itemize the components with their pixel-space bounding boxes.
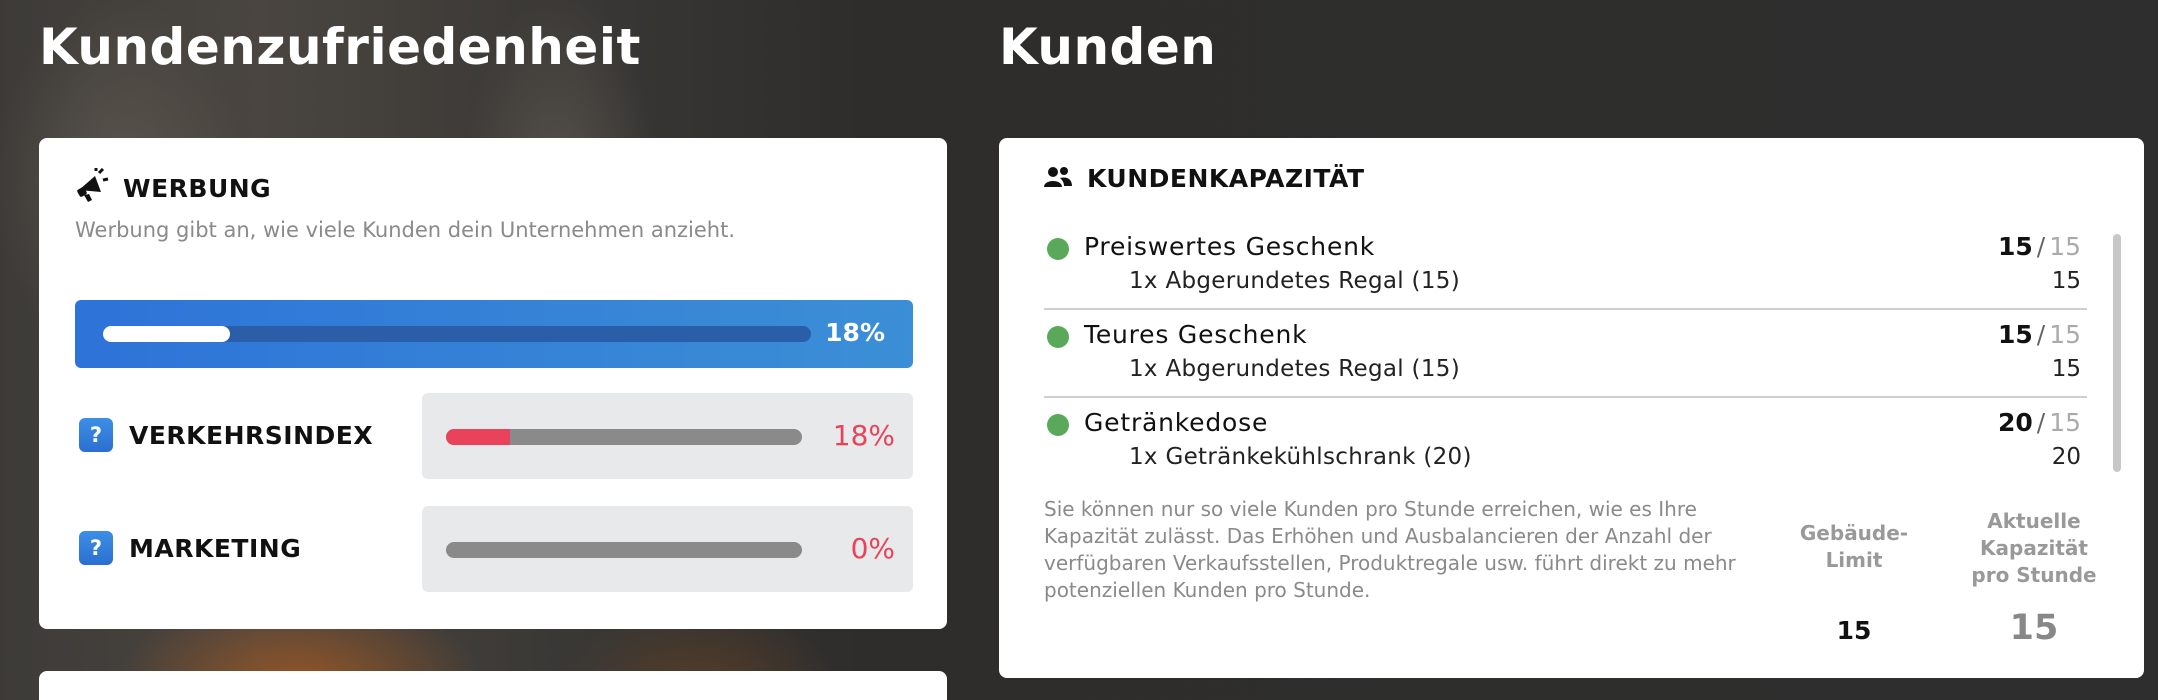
status-dot	[1047, 326, 1069, 348]
advertising-progress-fill	[103, 326, 231, 342]
row-divider	[1044, 396, 2087, 398]
capacity-row-name: Teures Geschenk	[1084, 320, 1308, 349]
metric-progress-box: 0%	[422, 506, 913, 592]
metric-progress-track	[446, 542, 802, 558]
capacity-row-name: Preiswertes Geschenk	[1084, 232, 1376, 261]
metric-row-traffic-index: ? VERKEHRSINDEX 18%	[75, 393, 913, 479]
capacity-card-header: KUNDENKAPAZITÄT	[1043, 164, 1365, 193]
capacity-row-source: 1x Getränkekühlschrank (20)	[1129, 444, 1472, 470]
building-limit-header: Gebäude- Limit	[1799, 521, 1909, 572]
megaphone-icon	[75, 167, 109, 208]
advertising-progress-track	[103, 326, 811, 342]
capacity-row: Teures Geschenk 15/15 1x Abgerundetes Re…	[1044, 316, 2087, 398]
advertising-description: Werbung gibt an, wie viele Kunden dein U…	[75, 218, 736, 242]
section-title-satisfaction: Kundenzufriedenheit	[39, 18, 641, 76]
capacity-row-name: Getränkedose	[1084, 408, 1269, 437]
advertising-card-header: WERBUNG	[75, 167, 272, 208]
customer-capacity-card: KUNDENKAPAZITÄT Preiswertes Geschenk 15/…	[999, 138, 2144, 678]
capacity-row-count: 15/15	[1997, 320, 2081, 349]
metric-row-marketing: ? MARKETING 0%	[75, 506, 913, 592]
capacity-row: Preiswertes Geschenk 15/15 1x Abgerundet…	[1044, 228, 2087, 310]
building-limit-value: 15	[1836, 616, 1872, 645]
metric-label: MARKETING	[129, 534, 302, 563]
capacity-row-source-value: 15	[2051, 356, 2081, 382]
capacity-row-count: 20/15	[1997, 408, 2081, 437]
hourly-capacity-header: Aktuelle Kapazität pro Stunde	[1971, 509, 2097, 587]
capacity-row: Getränkedose 20/15 1x Getränkekühlschran…	[1044, 404, 2087, 486]
capacity-row-source: 1x Abgerundetes Regal (15)	[1129, 268, 1460, 294]
advertising-progress-bar: 18%	[75, 300, 913, 368]
metric-percent: 18%	[832, 419, 895, 452]
row-divider	[1044, 308, 2087, 310]
capacity-row-source-value: 15	[2051, 268, 2081, 294]
capacity-list-scrollbar[interactable]	[2113, 234, 2121, 472]
status-dot	[1047, 414, 1069, 436]
users-icon	[1043, 165, 1073, 193]
capacity-row-count: 15/15	[1997, 232, 2081, 261]
question-icon[interactable]: ?	[79, 531, 113, 565]
capacity-row-source: 1x Abgerundetes Regal (15)	[1129, 356, 1460, 382]
capacity-explanation: Sie können nur so viele Kunden pro Stund…	[1044, 497, 1736, 602]
section-title-customers: Kunden	[999, 18, 1217, 76]
metric-progress-box: 18%	[422, 393, 913, 479]
hourly-capacity-value: 15	[2009, 608, 2059, 648]
metric-percent: 0%	[850, 532, 895, 565]
advertising-card: WERBUNG Werbung gibt an, wie viele Kunde…	[39, 138, 947, 629]
metric-label: VERKEHRSINDEX	[129, 421, 374, 450]
question-icon[interactable]: ?	[79, 418, 113, 452]
metric-progress-track	[446, 429, 802, 445]
capacity-header-label: KUNDENKAPAZITÄT	[1087, 164, 1365, 193]
capacity-row-source-value: 20	[2051, 444, 2081, 470]
advertising-progress-percent: 18%	[825, 318, 885, 347]
metric-progress-fill	[446, 429, 511, 445]
status-dot	[1047, 238, 1069, 260]
advertising-header-label: WERBUNG	[123, 173, 272, 203]
next-card-partial	[39, 671, 947, 700]
